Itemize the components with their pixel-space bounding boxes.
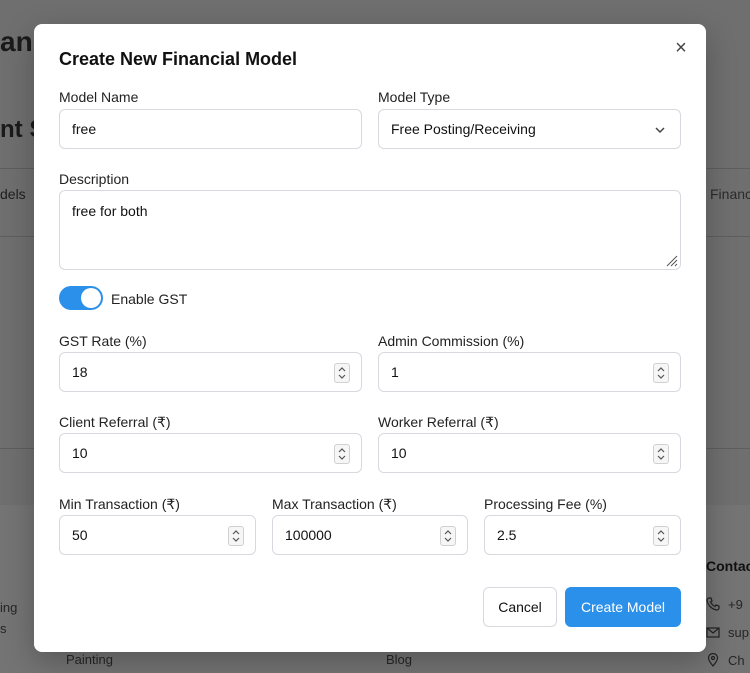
model-name-input[interactable]: free: [59, 109, 362, 149]
page-title-fragment: an: [0, 26, 33, 57]
enable-gst-toggle[interactable]: [59, 286, 103, 310]
close-icon[interactable]: ×: [673, 38, 689, 58]
footer-link-painting: Painting: [66, 652, 113, 667]
contact-email: sup: [728, 625, 749, 640]
number-stepper[interactable]: [653, 363, 669, 383]
description-label: Description: [59, 171, 130, 187]
model-name-value: free: [72, 121, 97, 137]
mail-icon: [706, 627, 720, 638]
stepper-arrows-icon: [657, 367, 665, 379]
client-referral-input[interactable]: 10: [59, 433, 362, 473]
resize-grip-icon[interactable]: [664, 253, 678, 267]
dialog-title: Create New Financial Model: [59, 49, 298, 69]
worker-referral-value: 10: [391, 445, 407, 461]
min-transaction-value: 50: [72, 527, 88, 543]
gst-rate-input[interactable]: 18: [59, 352, 362, 392]
admin-commission-value: 1: [391, 364, 399, 380]
footer-link-blog: Blog: [386, 652, 413, 667]
gst-rate-label: GST Rate (%): [59, 333, 147, 349]
description-textarea[interactable]: free for both: [59, 190, 681, 270]
contact-phone: +9: [728, 597, 743, 612]
number-stepper[interactable]: [334, 444, 350, 464]
enable-gst-label: Enable GST: [111, 291, 188, 307]
gst-rate-value: 18: [72, 364, 88, 380]
processing-fee-value: 2.5: [497, 527, 517, 543]
stepper-arrows-icon: [232, 530, 240, 542]
admin-commission-input[interactable]: 1: [378, 352, 681, 392]
create-model-button[interactable]: Create Model: [565, 587, 681, 627]
footer-text: ing: [0, 600, 18, 615]
processing-fee-label: Processing Fee (%): [484, 496, 607, 512]
min-transaction-input[interactable]: 50: [59, 515, 256, 555]
admin-commission-label: Admin Commission (%): [378, 333, 525, 349]
phone-icon: [706, 597, 720, 611]
location-icon: [707, 653, 719, 667]
toggle-knob: [81, 288, 101, 308]
processing-fee-input[interactable]: 2.5: [484, 515, 681, 555]
number-stepper[interactable]: [334, 363, 350, 383]
model-type-value: Free Posting/Receiving: [391, 121, 536, 137]
max-transaction-label: Max Transaction (₹): [272, 496, 397, 512]
client-referral-value: 10: [72, 445, 88, 461]
max-transaction-value: 100000: [285, 527, 332, 543]
stepper-arrows-icon: [444, 530, 452, 542]
number-stepper[interactable]: [653, 444, 669, 464]
tab-financial: Financ: [710, 186, 750, 202]
model-type-label: Model Type: [378, 89, 451, 105]
number-stepper[interactable]: [653, 526, 669, 546]
max-transaction-input[interactable]: 100000: [272, 515, 468, 555]
chevron-down-icon: [655, 127, 665, 134]
create-financial-model-dialog: × Create New Financial Model Model Name …: [34, 24, 706, 652]
stepper-arrows-icon: [338, 367, 346, 379]
stepper-arrows-icon: [657, 448, 665, 460]
number-stepper[interactable]: [228, 526, 244, 546]
footer-contact-heading: Contac: [706, 558, 750, 574]
stepper-arrows-icon: [338, 448, 346, 460]
min-transaction-label: Min Transaction (₹): [59, 496, 180, 512]
tab-models: dels: [0, 186, 26, 202]
worker-referral-label: Worker Referral (₹): [378, 414, 499, 430]
footer-text: s: [0, 621, 7, 636]
worker-referral-input[interactable]: 10: [378, 433, 681, 473]
model-type-select[interactable]: Free Posting/Receiving: [378, 109, 681, 149]
cancel-button[interactable]: Cancel: [483, 587, 557, 627]
model-name-label: Model Name: [59, 89, 139, 105]
description-value: free for both: [72, 203, 148, 219]
contact-location: Ch: [728, 653, 745, 668]
client-referral-label: Client Referral (₹): [59, 414, 171, 430]
number-stepper[interactable]: [440, 526, 456, 546]
stepper-arrows-icon: [657, 530, 665, 542]
